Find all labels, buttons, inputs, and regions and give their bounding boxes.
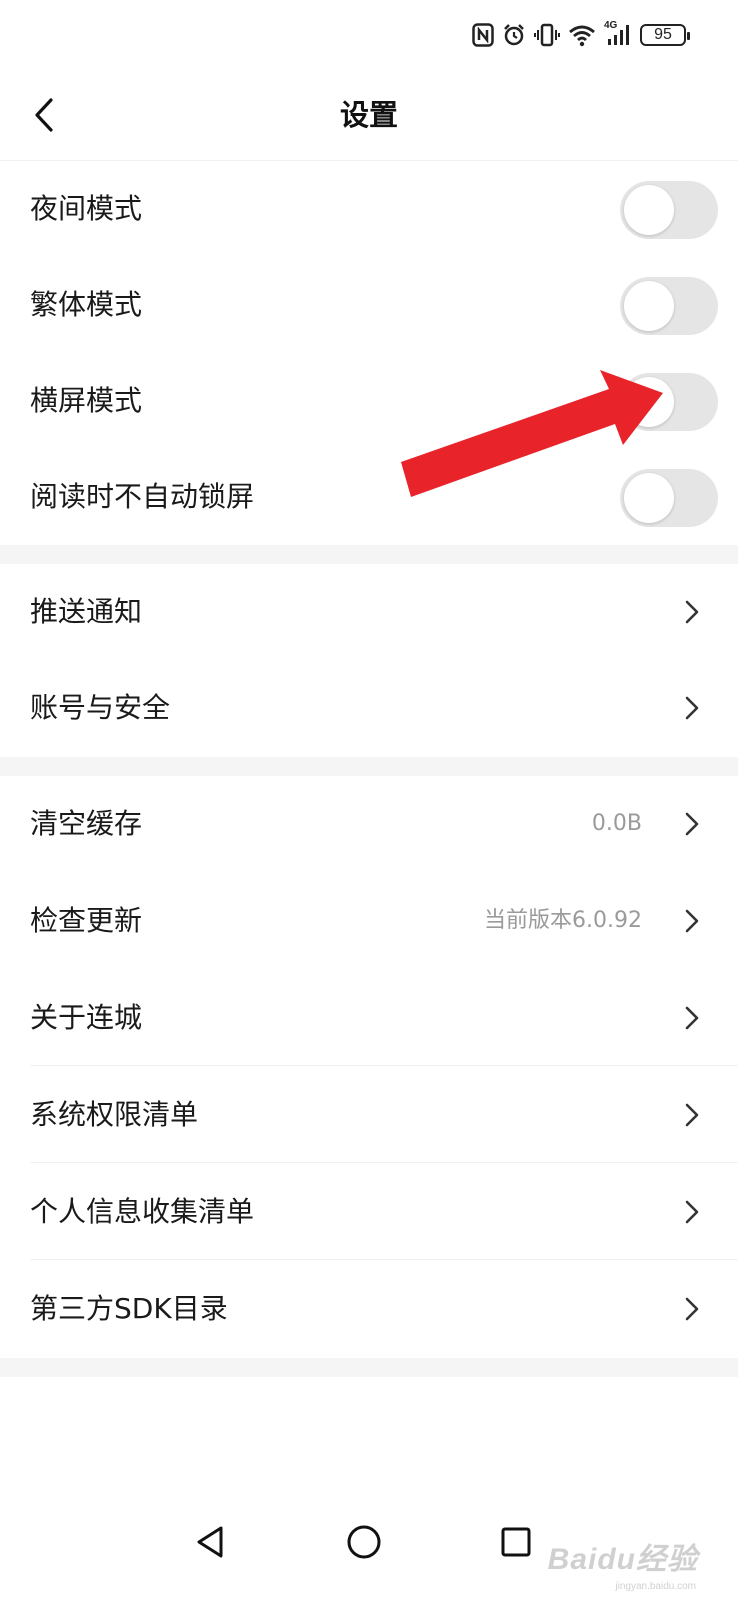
setting-row-night-mode: 夜间模式 [0,161,738,257]
setting-row-traditional-chinese: 繁体模式 [0,257,738,353]
app-header: 设置 [0,70,738,161]
landscape-mode-toggle[interactable] [620,373,718,431]
setting-label: 第三方SDK目录 [30,1292,228,1325]
chevron-right-icon [685,1297,699,1321]
page-title: 设置 [339,98,398,132]
chevron-right-icon [685,812,699,836]
account-settings-section: 推送通知 账号与安全 [0,564,738,757]
setting-label: 横屏模式 [30,384,143,417]
watermark-url: jingyan.baidu.com [615,1581,696,1592]
setting-label: 个人信息收集清单 [30,1195,255,1228]
chevron-right-icon [685,696,699,720]
info-settings-section: 清空缓存 0.0B 检查更新 当前版本6.0.92 关于连城 系统权限清单 个人… [0,776,738,1358]
battery-level: 95 [654,26,672,43]
toggle-settings-section: 夜间模式 繁体模式 横屏模式 阅读时不自动锁屏 [0,161,738,545]
toggle-knob [624,281,674,331]
setting-row-personal-info-list[interactable]: 个人信息收集清单 [0,1164,738,1260]
setting-row-third-party-sdk[interactable]: 第三方SDK目录 [0,1261,738,1357]
section-divider [0,545,738,564]
chevron-right-icon [685,600,699,624]
setting-label: 清空缓存 [30,807,143,840]
section-divider [0,1358,738,1377]
current-version-value: 当前版本6.0.92 [484,908,642,933]
section-divider [0,757,738,776]
status-icons: 4G 95 [472,20,690,50]
nav-home-button[interactable] [342,1520,386,1564]
traditional-mode-toggle[interactable] [620,277,718,335]
row-separator [30,1065,738,1066]
setting-row-no-auto-lock: 阅读时不自动锁屏 [0,449,738,545]
row-separator [30,1162,738,1163]
wifi-icon [569,25,595,47]
nav-recents-button[interactable] [494,1520,538,1564]
toggle-knob [624,185,674,235]
setting-row-landscape-mode: 横屏模式 [0,353,738,449]
battery-icon: 95 [640,24,690,46]
night-mode-toggle[interactable] [620,181,718,239]
toggle-knob [624,473,674,523]
baidu-jingyan-watermark: Baidu经验 jingyan.baidu.com [547,1534,698,1592]
setting-row-clear-cache[interactable]: 清空缓存 0.0B [0,776,738,872]
nfc-icon [472,23,494,47]
signal-4g-icon: 4G [604,20,632,47]
row-separator [30,1259,738,1260]
setting-row-check-update[interactable]: 检查更新 当前版本6.0.92 [0,873,738,969]
alarm-icon [504,24,524,46]
chevron-right-icon [685,909,699,933]
chevron-right-icon [685,1200,699,1224]
setting-row-system-permissions[interactable]: 系统权限清单 [0,1067,738,1163]
toggle-knob [624,377,674,427]
setting-label: 检查更新 [30,904,143,937]
setting-label: 关于连城 [30,1001,143,1034]
no-auto-lock-toggle[interactable] [620,469,718,527]
watermark-brand: Baidu经验 [547,1543,698,1576]
setting-label: 推送通知 [30,595,143,628]
home-circle-icon [347,1525,381,1559]
cache-size-value: 0.0B [591,811,642,836]
setting-label: 夜间模式 [30,192,143,225]
setting-row-push-notifications[interactable]: 推送通知 [0,564,738,660]
chevron-right-icon [685,1103,699,1127]
setting-label: 阅读时不自动锁屏 [30,480,255,513]
setting-row-about[interactable]: 关于连城 [0,970,738,1066]
system-navigation-bar: Baidu经验 jingyan.baidu.com [0,1480,738,1600]
setting-row-account-security[interactable]: 账号与安全 [0,660,738,756]
chevron-right-icon [685,1006,699,1030]
setting-label: 繁体模式 [30,288,143,321]
setting-label: 系统权限清单 [30,1098,199,1131]
nav-back-button[interactable] [188,1520,232,1564]
status-bar: 4G 95 [0,0,738,70]
setting-label: 账号与安全 [30,691,171,724]
recents-square-icon [501,1527,531,1557]
vibrate-icon [534,23,560,47]
back-triangle-icon [197,1526,223,1558]
